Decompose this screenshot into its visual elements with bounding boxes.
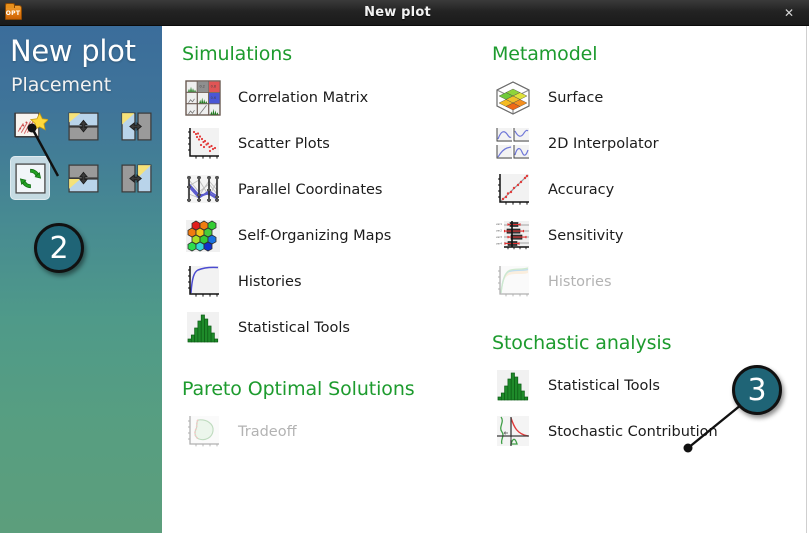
surface-3d-icon xyxy=(492,77,534,119)
plot-item-stochastic-contribution[interactable]: Stochastic Contribution xyxy=(492,409,792,455)
plot-item-correlation-matrix[interactable]: 0.2 0.8 0.6 Correlation Matrix xyxy=(182,75,482,121)
svg-text:0.2: 0.2 xyxy=(200,85,205,89)
plot-item-parallel-coordinates[interactable]: Parallel Coordinates xyxy=(182,167,482,213)
split-vertical-alt-icon xyxy=(119,162,154,195)
callout-3-label: 3 xyxy=(747,372,767,408)
plot-item-label: Sensitivity xyxy=(548,228,624,244)
histories-icon xyxy=(182,261,224,303)
interpolator-2d-icon xyxy=(492,123,534,165)
plot-item-label: 2D Interpolator xyxy=(548,136,659,152)
app-icon-label: OPT xyxy=(5,10,21,17)
plot-item-histories[interactable]: Histories xyxy=(182,259,482,305)
histories-band-icon xyxy=(492,261,534,303)
section-heading-simulations: Simulations xyxy=(182,43,293,65)
accuracy-icon xyxy=(492,169,534,211)
placement-split-horizontal-2[interactable] xyxy=(63,156,103,200)
callout-step-3: 3 xyxy=(732,365,782,415)
plot-item-label: Correlation Matrix xyxy=(238,90,369,106)
plot-item-accuracy[interactable]: Accuracy xyxy=(492,167,792,213)
window-title: New plot xyxy=(364,5,431,20)
section-heading-pareto: Pareto Optimal Solutions xyxy=(182,378,415,400)
window-titlebar: OPT New plot ✕ xyxy=(0,0,809,26)
sensitivity-icon: var1 var2 var3 var4 xyxy=(492,215,534,257)
plot-item-label: Stochastic Contribution xyxy=(548,424,718,440)
placement-split-vertical[interactable] xyxy=(116,104,156,148)
svg-text:var2: var2 xyxy=(496,229,502,233)
plot-item-metamodel-histories: Histories xyxy=(492,259,792,305)
histogram-icon xyxy=(492,365,534,407)
plot-item-statistical-tools[interactable]: Statistical Tools xyxy=(182,305,482,351)
column-simulations: Simulations 0.2 0.8 0.6 Correlation Matr… xyxy=(182,26,482,455)
parallel-coordinates-icon xyxy=(182,169,224,211)
plot-item-scatter-plots[interactable]: Scatter Plots xyxy=(182,121,482,167)
plot-item-label: Parallel Coordinates xyxy=(238,182,383,198)
close-icon[interactable]: ✕ xyxy=(769,0,809,26)
plot-type-panel: Simulations 0.2 0.8 0.6 Correlation Matr… xyxy=(162,26,809,533)
scatter-plot-icon xyxy=(182,123,224,165)
new-window-icon xyxy=(13,110,48,143)
svg-text:var3: var3 xyxy=(496,235,502,239)
plot-item-label: Surface xyxy=(548,90,604,106)
plot-item-sensitivity[interactable]: var1 var2 var3 var4 Sensitivity xyxy=(492,213,792,259)
callout-step-2: 2 xyxy=(34,223,84,273)
svg-text:0.6: 0.6 xyxy=(211,96,216,100)
plot-item-label: Tradeoff xyxy=(238,424,297,440)
section-heading-metamodel: Metamodel xyxy=(492,43,598,65)
placement-split-vertical-2[interactable] xyxy=(116,156,156,200)
split-horizontal-icon xyxy=(66,110,101,143)
placement-replace[interactable] xyxy=(10,156,50,200)
plot-item-label: Self-Organizing Maps xyxy=(238,228,392,244)
plot-item-tradeoff: Tradeoff xyxy=(182,409,482,455)
plot-item-label: Histories xyxy=(238,274,302,290)
plot-item-surface[interactable]: Surface xyxy=(492,75,792,121)
self-organizing-map-icon xyxy=(182,215,224,257)
placement-new-window[interactable] xyxy=(10,104,50,148)
callout-2-leader xyxy=(27,123,60,177)
new-plot-dialog: OPT New plot ✕ New plot Placement 2 Simu… xyxy=(0,0,809,533)
section-heading-stochastic: Stochastic analysis xyxy=(492,332,672,354)
svg-text:var1: var1 xyxy=(496,222,502,226)
plot-item-label: Scatter Plots xyxy=(238,136,330,152)
svg-text:0.8: 0.8 xyxy=(211,85,216,89)
placement-button-grid xyxy=(10,104,156,208)
stochastic-contribution-icon xyxy=(492,411,534,453)
callout-2-label: 2 xyxy=(49,230,69,266)
panel-right-divider xyxy=(806,26,807,533)
sidebar: New plot Placement xyxy=(0,26,162,533)
split-horizontal-alt-icon xyxy=(66,162,101,195)
plot-item-label: Statistical Tools xyxy=(548,378,660,394)
correlation-matrix-icon: 0.2 0.8 0.6 xyxy=(182,77,224,119)
placement-split-horizontal[interactable] xyxy=(63,104,103,148)
histogram-icon xyxy=(182,307,224,349)
replace-refresh-icon xyxy=(13,162,48,195)
opt-folder-icon: OPT xyxy=(0,0,26,26)
plot-item-label: Accuracy xyxy=(548,182,615,198)
plot-item-self-organizing-maps[interactable]: Self-Organizing Maps xyxy=(182,213,482,259)
sidebar-placement-label: Placement xyxy=(11,74,112,96)
sidebar-title: New plot xyxy=(10,34,136,68)
svg-text:var4: var4 xyxy=(496,242,502,246)
plot-item-2d-interpolator[interactable]: 2D Interpolator xyxy=(492,121,792,167)
split-vertical-icon xyxy=(119,110,154,143)
plot-item-label: Statistical Tools xyxy=(238,320,350,336)
plot-item-label: Histories xyxy=(548,274,612,290)
tradeoff-icon xyxy=(182,411,224,453)
